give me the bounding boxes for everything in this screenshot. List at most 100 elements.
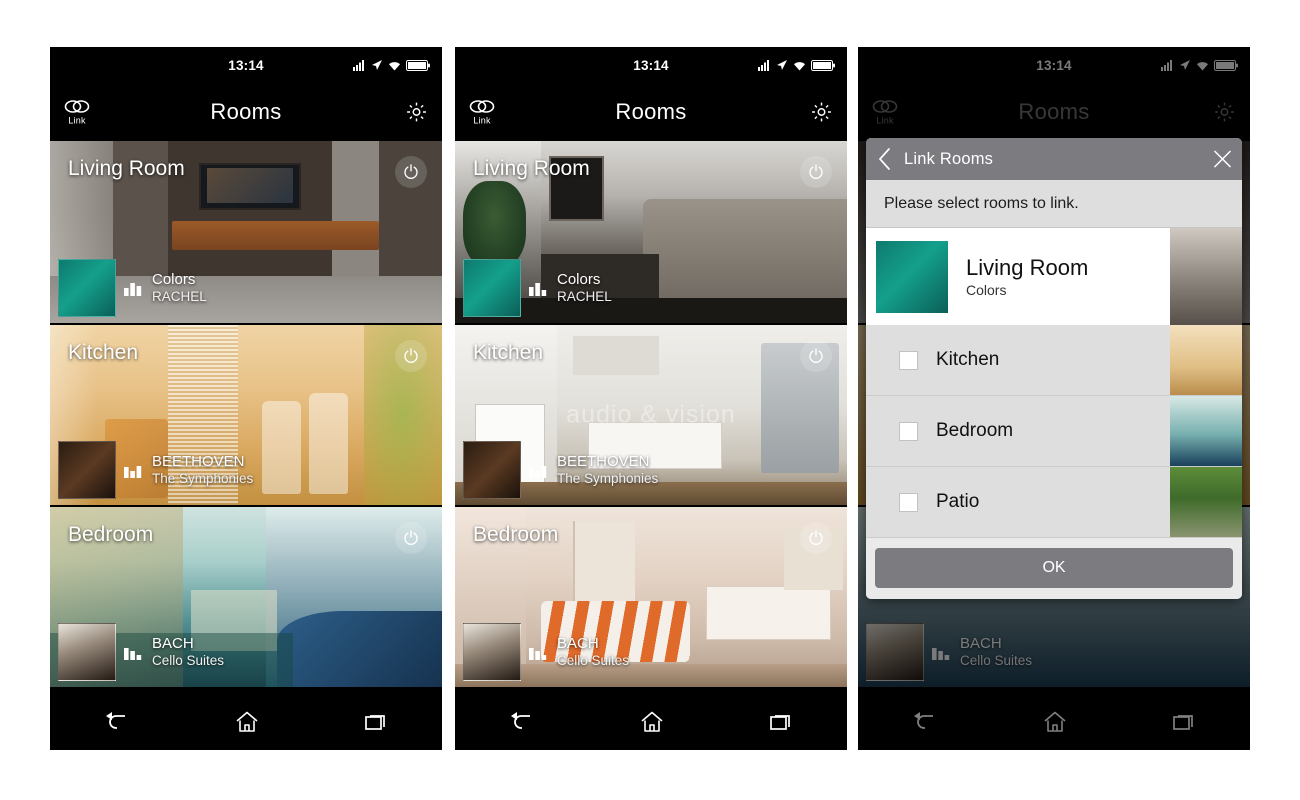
gear-icon [812, 102, 831, 122]
equalizer-icon [124, 645, 144, 660]
room-card-kitchen[interactable]: Kitchen BEETHOVEN The Symphonies [50, 323, 442, 505]
album-art [463, 259, 521, 317]
room-list: Living Room [455, 141, 847, 687]
status-time: 13:14 [228, 57, 264, 73]
track-artist: The Symphonies [152, 470, 254, 486]
album-art [58, 623, 116, 681]
room-name: Kitchen [473, 341, 544, 364]
link-button-label: Link [68, 115, 86, 126]
room-thumbnail [1170, 325, 1242, 395]
nav-recents-button[interactable] [770, 712, 794, 732]
status-icons [758, 59, 836, 71]
list-item-text: Living Room Colors [966, 255, 1088, 298]
list-item-patio[interactable]: Patio [866, 467, 1242, 538]
nav-back-button[interactable] [103, 712, 129, 732]
dialog-header: Link Rooms [866, 138, 1242, 180]
nav-home-button[interactable] [1043, 711, 1067, 733]
track-artist: RACHEL [557, 288, 612, 304]
gear-icon [407, 102, 426, 122]
recents-icon [1173, 715, 1193, 730]
battery-icon [811, 59, 835, 71]
track-artist: The Symphonies [557, 470, 659, 486]
checkbox-bedroom[interactable] [899, 421, 918, 441]
status-bar: 13:14 [455, 47, 847, 83]
dialog-back-button[interactable] [866, 138, 904, 180]
screenshot-canvas: 13:14 Link Rooms Living Room Colors RACH… [0, 0, 1300, 800]
equalizer-icon [529, 281, 549, 296]
power-toggle-bedroom[interactable] [395, 522, 427, 554]
now-playing-kitchen[interactable]: BEETHOVEN The Symphonies [58, 441, 253, 499]
now-playing-kitchen[interactable]: BEETHOVEN The Symphonies [463, 441, 658, 499]
signal-icon [758, 59, 769, 71]
power-toggle-kitchen[interactable] [800, 340, 832, 372]
track-info: BEETHOVEN The Symphonies [152, 453, 254, 486]
room-name: Bedroom [68, 523, 154, 546]
settings-button[interactable] [810, 101, 833, 124]
list-item-title: Patio [936, 491, 980, 512]
checkbox-kitchen[interactable] [899, 350, 918, 370]
list-item-subtitle: Colors [966, 282, 1007, 298]
room-card-bedroom[interactable]: Bedroom BACH Cello Suites [455, 505, 847, 687]
link-rooms-button[interactable]: Link [469, 99, 495, 126]
list-item-text: Bedroom [936, 420, 1013, 442]
battery-icon [406, 59, 430, 71]
track-title: BEETHOVEN [557, 453, 650, 471]
track-info: BEETHOVEN The Symphonies [557, 453, 659, 486]
home-icon [641, 711, 663, 732]
home-icon [1044, 711, 1066, 732]
dialog-close-button[interactable] [1213, 150, 1232, 169]
room-name: Living Room [473, 157, 590, 180]
now-playing-bedroom[interactable]: BACH Cello Suites [463, 623, 629, 681]
nav-home-button[interactable] [640, 711, 664, 733]
nav-back-button[interactable] [508, 712, 534, 732]
track-artist: RACHEL [152, 288, 207, 304]
settings-button[interactable] [405, 101, 428, 124]
nav-recents-button[interactable] [365, 712, 389, 732]
equalizer-icon [529, 463, 549, 478]
track-info: Colors RACHEL [557, 271, 612, 304]
list-item-title: Bedroom [936, 420, 1014, 441]
track-title: Colors [557, 271, 601, 289]
signal-icon [353, 59, 364, 71]
track-info: BACH Cello Suites [152, 635, 225, 668]
nav-recents-button[interactable] [1173, 712, 1197, 732]
nav-home-button[interactable] [235, 711, 259, 733]
equalizer-icon [124, 281, 144, 296]
track-title: BACH [557, 635, 599, 653]
link-rooms-button[interactable]: Link [64, 99, 90, 126]
list-item-kitchen[interactable]: Kitchen [866, 325, 1242, 396]
status-bar: 13:14 [50, 47, 442, 83]
location-icon [777, 60, 787, 70]
room-card-living-room[interactable]: Living Room Colors RACHEL [50, 141, 442, 323]
checkbox-patio[interactable] [899, 492, 918, 512]
now-playing-living-room[interactable]: Colors RACHEL [463, 259, 612, 317]
power-icon [404, 530, 418, 545]
list-item-living-room[interactable]: Living Room Colors [866, 228, 1242, 325]
ok-button[interactable]: OK [875, 548, 1233, 588]
link-button-label: Link [473, 115, 491, 126]
room-list: Living Room [50, 141, 442, 687]
track-title: BEETHOVEN [152, 453, 245, 471]
back-arrow-icon [914, 712, 933, 729]
wifi-icon [389, 61, 400, 70]
album-art [58, 259, 116, 317]
back-arrow-icon [106, 712, 125, 729]
room-card-bedroom[interactable]: Bedroom BACH Cello Suites [50, 505, 442, 687]
power-toggle-bedroom[interactable] [800, 522, 832, 554]
room-card-living-room[interactable]: Living Room Colors RACHEL [455, 141, 847, 323]
album-art [876, 240, 948, 313]
list-item-text: Patio [936, 491, 979, 513]
power-toggle-living-room[interactable] [800, 156, 832, 188]
power-toggle-kitchen[interactable] [395, 340, 427, 372]
power-toggle-living-room[interactable] [395, 156, 427, 188]
room-card-kitchen[interactable]: audio & vision Kitchen BEETHOVEN The Sym… [455, 323, 847, 505]
now-playing-bedroom[interactable]: BACH Cello Suites [58, 623, 224, 681]
track-artist: Cello Suites [152, 652, 225, 668]
chevron-left-icon [878, 148, 890, 170]
now-playing-living-room[interactable]: Colors RACHEL [58, 259, 207, 317]
home-icon [236, 711, 258, 732]
nav-back-button[interactable] [911, 712, 937, 732]
list-item-bedroom[interactable]: Bedroom [866, 396, 1242, 467]
link-rooms-dialog: Link Rooms Please select rooms to link. … [866, 138, 1242, 599]
link-icon [469, 100, 495, 113]
